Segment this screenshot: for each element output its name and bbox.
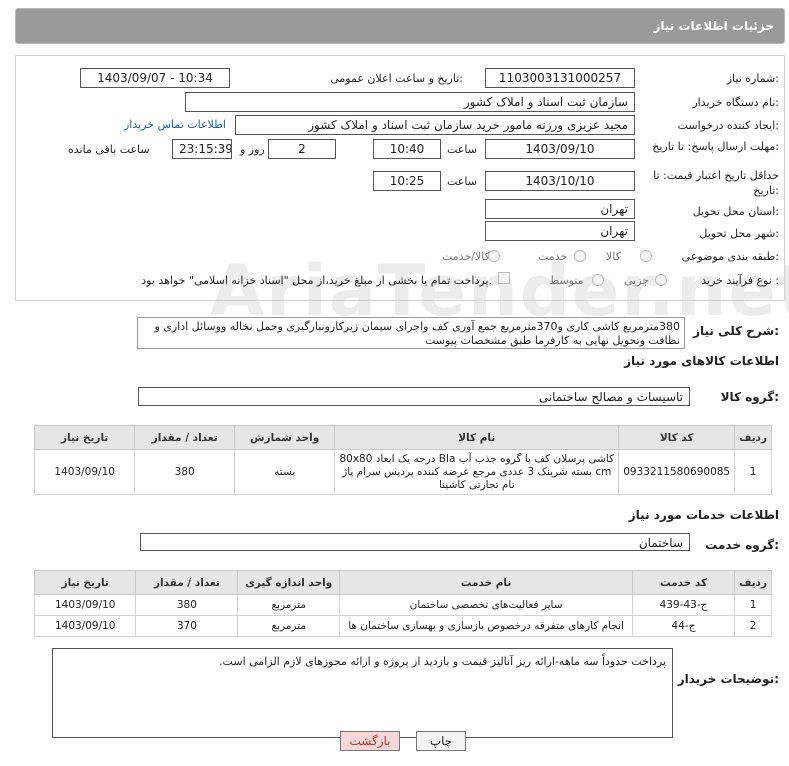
category-option-goods-service: کالا/خدمت [442,250,490,263]
services-row-name: سایر فعالیت‌های تخصصی ساختمان [339,594,633,616]
province-field: تهران [485,199,635,219]
services-col-name: نام خدمت [339,570,633,595]
reply-deadline-label: مهلت ارسال پاسخ: تا تاریخ: [652,140,779,153]
reply-time-label: ساعت [447,143,477,156]
creator-field: مجید عزیزی ورزنه مامور خرید سازمان ثبت ا… [235,115,635,135]
services-row-unit: مترمربع [237,615,341,637]
remaining-time-field: 23:15:39 [172,139,232,159]
buyer-org-field: سازمان ثبت اسناد و املاک کشور [185,92,635,112]
category-radio-goods[interactable] [640,250,652,262]
remaining-label: ساعت باقی مانده [68,143,150,156]
goods-row-code: 0933211580690085 [618,449,736,495]
process-radio-minor[interactable] [655,274,667,286]
treasury-checkbox[interactable] [498,272,510,284]
services-row-date: 1403/09/10 [33,594,137,616]
announce-label: تاریخ و ساعت اعلان عمومی: [330,72,463,85]
buyer-org-label: نام دستگاه خریدار: [692,96,779,109]
services-row-date: 1403/09/10 [33,615,137,637]
contact-buyer-link[interactable]: اطلاعات تماس خریدار [124,118,226,131]
services-group-label: گروه خدمت: [705,538,779,552]
city-field: تهران [485,221,635,241]
services-row-number: 1 [734,594,772,616]
goods-row-qty: 380 [134,449,236,495]
services-row-number: 2 [734,615,772,637]
description-text: 380مترمربع کاشی کاری و370مترمربع جمع آور… [137,317,685,349]
goods-col-date: تاریخ نیاز [33,425,136,450]
goods-col-name: نام کالا [334,425,620,450]
days-label: روز و [240,143,265,156]
need-number-field: 1103003131000257 [485,68,635,88]
goods-table-header: ردیف کد کالا نام کالا واحد شمارش تعداد /… [33,425,772,450]
validity-date-field: 1403/10/10 [485,171,635,191]
treasury-note: پرداخت تمام یا بخشی از مبلغ خرید،از محل … [141,274,492,287]
category-label: طبقه بندی موضوعی: [681,250,779,263]
goods-row-name: کاشی پرسلان کف با گروه جذب آب BIa درجه ی… [334,449,620,495]
reply-time-field: 10:40 [373,139,441,159]
category-radio-service[interactable] [574,250,586,262]
description-label: شرح کلی نیاز: [693,324,779,338]
back-button[interactable]: بازگشت [340,731,400,751]
table-row: 1 ج-43-439 سایر فعالیت‌های تخصصی ساختمان… [33,594,772,616]
services-row-qty: 370 [135,615,239,637]
validity-time-label: ساعت [447,175,477,188]
buyer-notes-text: پرداخت حدوداً سه ماهه-ارائه ریز آنالیز ق… [52,648,673,738]
city-label: شهر محل تحویل: [699,227,779,240]
goods-row-number: 1 [734,449,772,495]
goods-col-row: ردیف [734,425,772,450]
services-row-unit: مترمربع [237,594,341,616]
goods-col-code: کد کالا [618,425,736,450]
services-table-header: ردیف کد خدمت نام خدمت واحد اندازه گیری ت… [33,570,772,595]
services-row-qty: 380 [135,594,239,616]
services-col-row: ردیف [734,570,772,595]
goods-group-label: گروه کالا: [720,390,779,404]
province-label: استان محل تحویل: [692,205,779,218]
print-button[interactable]: چاپ [416,731,466,751]
announce-field: 1403/09/07 - 10:34 [80,68,230,88]
goods-col-qty: تعداد / مقدار [134,425,236,450]
buyer-notes-label: توضیحات خریدار: [677,672,779,686]
goods-row-date: 1403/09/10 [33,449,136,495]
need-number-label: شماره نیاز: [726,72,779,85]
reply-date-field: 1403/09/10 [485,139,635,159]
process-label: نوع فرآیند خرید : [701,274,779,287]
services-row-name: انجام کارهای متفرقه درخصوص بازسازی و بهس… [339,615,633,637]
goods-col-unit: واحد شمارش [234,425,336,450]
goods-section-title: اطلاعات کالاهای مورد نیاز [624,354,779,368]
page-header: جزئیات اطلاعات نیاز [15,8,785,44]
table-row: 1 0933211580690085 کاشی پرسلان کف با گرو… [33,449,772,495]
services-group-field: ساختمان [140,533,690,551]
services-table: ردیف کد خدمت نام خدمت واحد اندازه گیری ت… [33,570,772,637]
services-row-code: ج-43-439 [631,594,736,616]
services-row-code: ج-44 [631,615,736,637]
table-row: 2 ج-44 انجام کارهای متفرقه درخصوص بازساز… [33,615,772,637]
services-col-code: کد خدمت [631,570,736,595]
goods-group-field: تاسیسات و مصالح ساختمانی [138,387,690,406]
category-option-service: خدمت [538,250,568,263]
services-col-qty: تعداد / مقدار [135,570,239,595]
validity-time-field: 10:25 [373,171,441,191]
process-radio-medium[interactable] [592,274,604,286]
category-option-goods: کالا [606,250,621,263]
page-title: جزئیات اطلاعات نیاز [653,19,774,33]
goods-table: ردیف کد کالا نام کالا واحد شمارش تعداد /… [33,425,772,495]
creator-label: ایجاد کننده درخواست: [677,119,779,132]
process-option-medium: متوسط [549,274,584,287]
process-option-minor: جزیی [624,274,650,287]
services-col-date: تاریخ نیاز [33,570,137,595]
services-section-title: اطلاعات خدمات مورد نیاز [628,508,779,522]
price-validity-label: حداقل تاریخ اعتبار قیمت: تا تاریخ: [653,169,779,197]
services-col-unit: واحد اندازه گیری [237,570,341,595]
goods-row-unit: بسته [234,449,336,495]
days-field: 2 [268,139,336,159]
